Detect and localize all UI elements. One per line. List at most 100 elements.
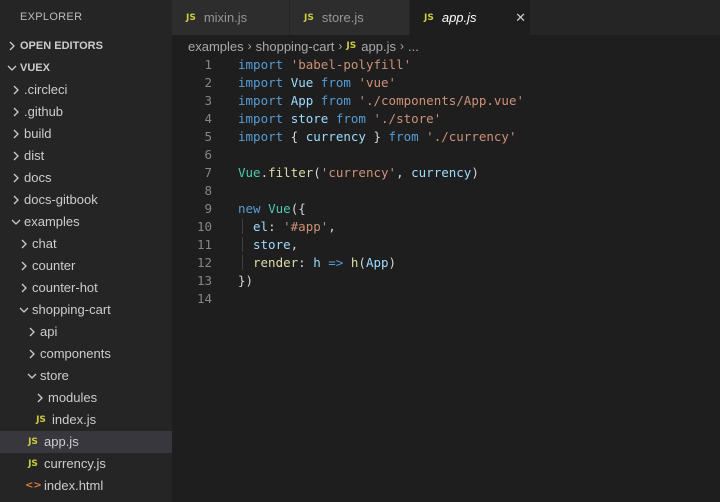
chevron-right-icon	[8, 145, 24, 167]
tree-item-label: counter-hot	[32, 280, 98, 295]
tree-folder-counter[interactable]: counter	[0, 255, 172, 277]
tree-item-label: .circleci	[24, 82, 68, 97]
code-text: el: '#app',	[212, 218, 336, 236]
code-editor[interactable]: 1 import 'babel-polyfill' 2 import Vue from…	[172, 56, 720, 502]
code-line: 3 import App from './components/App.vue'	[172, 92, 720, 110]
chevron-right-icon	[16, 277, 32, 299]
tree-file-app-js[interactable]: JS app.js	[0, 431, 172, 453]
code-token: currency	[305, 129, 366, 144]
open-editors-section[interactable]: OPEN EDITORS	[0, 35, 172, 57]
code-token: })	[238, 273, 254, 288]
tree-item-label: .github	[24, 104, 64, 119]
chevron-down-icon	[4, 57, 20, 79]
code-token: render	[253, 255, 299, 270]
tree-item-label: index.html	[44, 478, 104, 493]
workspace-root-label: VUEX	[20, 62, 50, 74]
tree-folder-dist[interactable]: dist	[0, 145, 172, 167]
code-token: )	[388, 255, 397, 270]
breadcrumb-symbols[interactable]: ...	[408, 39, 419, 54]
chevron-down-icon	[16, 299, 32, 321]
breadcrumb-examples[interactable]: examples	[188, 39, 244, 54]
tree-folder-circleci[interactable]: .circleci	[0, 79, 172, 101]
tree-folder-build[interactable]: build	[0, 123, 172, 145]
code-token: import	[238, 75, 284, 90]
chevron-right-icon: ›	[399, 39, 404, 53]
tree-folder-shopping-cart[interactable]: shopping-cart	[0, 299, 172, 321]
tree-folder-store[interactable]: store	[0, 365, 172, 387]
code-token: './store'	[373, 111, 442, 126]
tab-mixin-js[interactable]: JS mixin.js	[172, 0, 290, 35]
tree-folder-docs-gitbook[interactable]: docs-gitbook	[0, 189, 172, 211]
code-token: (	[313, 165, 321, 180]
chevron-down-icon	[24, 365, 40, 387]
tree-item-label: index.js	[52, 412, 97, 427]
code-token: h	[313, 255, 321, 270]
tab-label: store.js	[321, 10, 364, 25]
tree-folder-docs[interactable]: docs	[0, 167, 172, 189]
code-line: 13})	[172, 272, 720, 290]
js-file-icon: JS	[28, 437, 38, 447]
line-number: 4	[204, 111, 212, 126]
close-icon[interactable]: ✕	[513, 10, 529, 26]
tree-folder-api[interactable]: api	[0, 321, 172, 343]
code-token: from	[320, 93, 351, 108]
code-line: 5 import { currency } from './currency'	[172, 128, 720, 146]
explorer-title: EXPLORER	[20, 11, 83, 23]
tab-store-js[interactable]: JS store.js	[290, 0, 410, 35]
line-number: 8	[204, 183, 212, 198]
tree-folder-counter-hot[interactable]: counter-hot	[0, 277, 172, 299]
code-line: 12 render: h => h(App)	[172, 254, 720, 272]
tab-app-js[interactable]: JS app.js ✕	[410, 0, 531, 35]
code-token: Vue	[238, 165, 261, 180]
breadcrumb-shopping-cart[interactable]: shopping-cart	[256, 39, 335, 54]
tree-folder-modules[interactable]: modules	[0, 387, 172, 409]
code-token: Vue	[290, 75, 314, 90]
code-text: import App from './components/App.vue'	[212, 92, 524, 110]
tree-file-currency-js[interactable]: JS currency.js	[0, 453, 172, 475]
chevron-right-icon	[4, 35, 20, 57]
line-number: 14	[196, 291, 212, 306]
chevron-right-icon	[24, 343, 40, 365]
code-line: 9 new Vue({	[172, 200, 720, 218]
indent-guide: render: h => h(App)	[242, 255, 397, 270]
tree-folder-examples[interactable]: examples	[0, 211, 172, 233]
chevron-right-icon: ›	[247, 39, 252, 53]
tree-folder-github[interactable]: .github	[0, 101, 172, 123]
code-token: el	[253, 219, 269, 234]
tree-file-index-html[interactable]: <> index.html	[0, 475, 172, 497]
chevron-right-icon	[24, 321, 40, 343]
code-token: :	[298, 255, 314, 270]
chevron-right-icon	[8, 101, 24, 123]
tree-item-label: counter	[32, 258, 76, 273]
code-text: import { currency } from './currency'	[212, 128, 516, 146]
line-number: 13	[196, 273, 212, 288]
tree-folder-components[interactable]: components	[0, 343, 172, 365]
code-text: render: h => h(App)	[212, 254, 397, 272]
code-token: ({	[290, 201, 306, 216]
tree-item-label: components	[40, 346, 111, 361]
code-token: store	[253, 237, 291, 252]
code-token: './currency'	[426, 129, 517, 144]
tree-folder-chat[interactable]: chat	[0, 233, 172, 255]
breadcrumb-app-js[interactable]: app.js	[361, 39, 396, 54]
tree-file-index-js[interactable]: JS index.js	[0, 409, 172, 431]
code-token: filter	[268, 165, 314, 180]
file-tree: .circleci .github build dist docs docs-gitboo…	[0, 79, 172, 497]
html-file-icon: <>	[25, 480, 42, 491]
code-text: import 'babel-polyfill'	[212, 56, 411, 74]
code-line: 1 import 'babel-polyfill'	[172, 56, 720, 74]
code-text: import Vue from 'vue'	[212, 74, 396, 92]
tree-item-label: build	[24, 126, 52, 141]
line-number: 3	[204, 93, 212, 108]
js-file-icon: JS	[36, 415, 46, 425]
code-token: 'babel-polyfill'	[290, 57, 412, 72]
chevron-right-icon	[8, 79, 24, 101]
workspace-root[interactable]: VUEX	[0, 57, 172, 79]
tree-item-label: api	[40, 324, 58, 339]
